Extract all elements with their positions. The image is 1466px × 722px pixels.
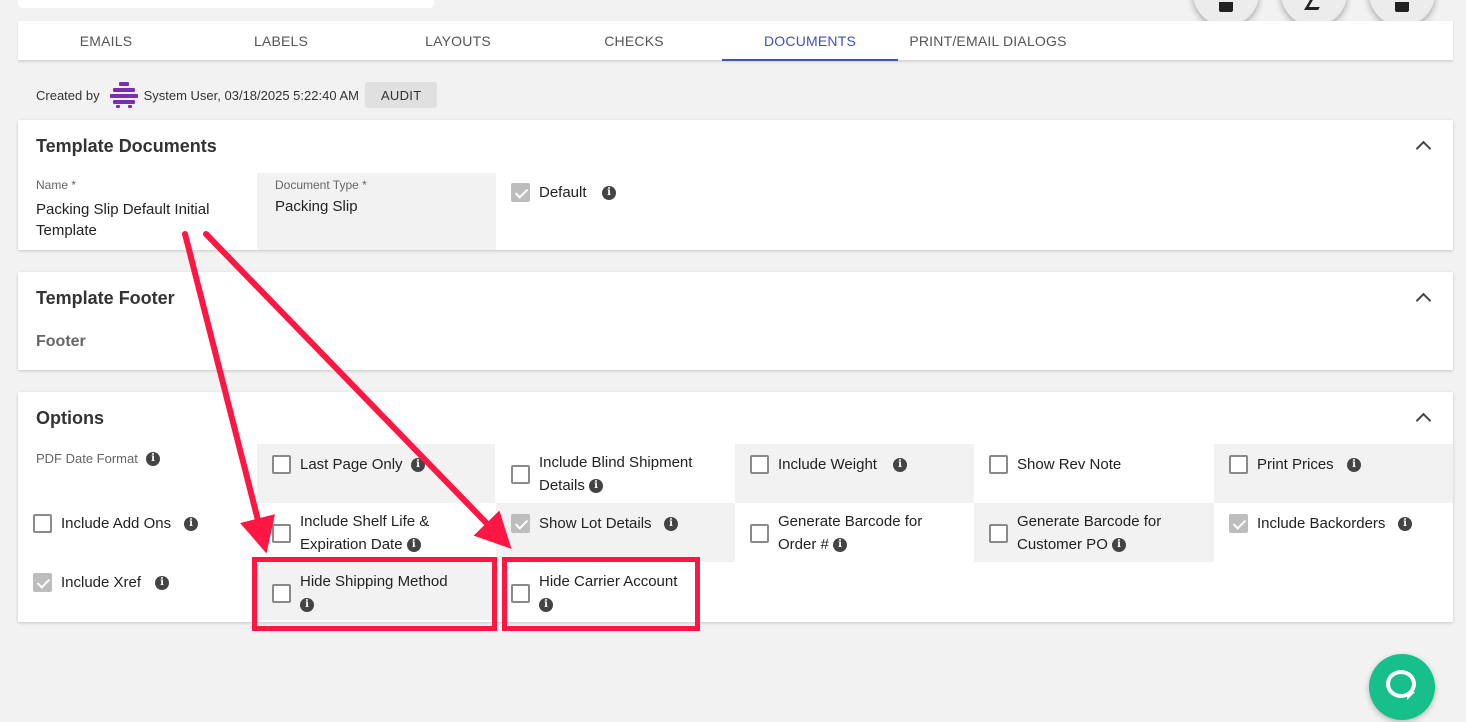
annotation-arrows [182,231,512,554]
chat-button[interactable] [1369,654,1435,720]
